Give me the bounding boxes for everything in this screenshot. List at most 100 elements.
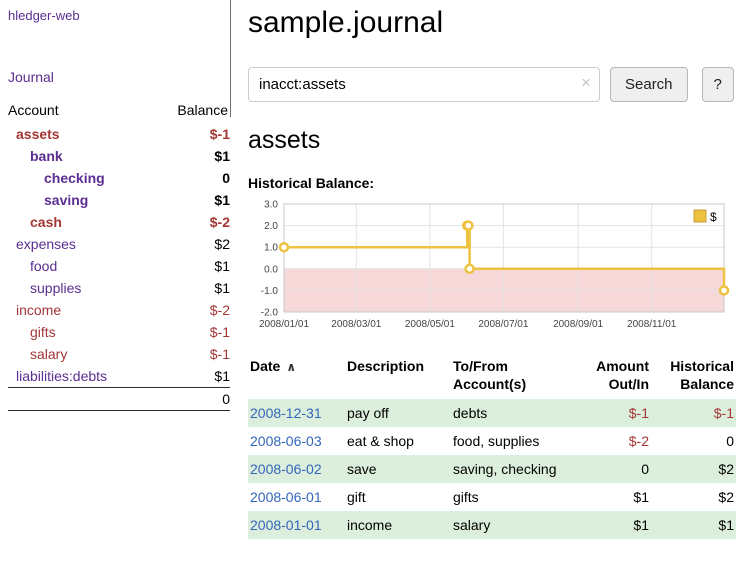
transaction-amount: $1 — [580, 511, 651, 539]
transaction-date-link[interactable]: 2008-06-03 — [250, 433, 322, 449]
svg-text:2008/05/01: 2008/05/01 — [405, 319, 455, 330]
accounts-col-account: Account — [8, 98, 153, 123]
account-balance: $1 — [153, 365, 230, 388]
search-box: × — [248, 67, 600, 102]
account-row: supplies $1 — [8, 277, 230, 299]
register-col-balance: Historical Balance — [651, 355, 736, 399]
svg-text:2008/07/01: 2008/07/01 — [478, 319, 528, 330]
account-row: income $-2 — [8, 299, 230, 321]
svg-text:2008/03/01: 2008/03/01 — [331, 319, 381, 330]
register-col-date-label: Date — [250, 358, 280, 374]
sidebar: hledger-web Journal Account Balance asse… — [0, 0, 236, 411]
register-col-amount: Amount Out/In — [580, 355, 651, 399]
accounts-col-balance: Balance — [153, 98, 230, 123]
svg-text:2008/11/01: 2008/11/01 — [627, 319, 677, 330]
accounts-total-row: 0 — [8, 388, 230, 411]
account-balance: $2 — [153, 233, 230, 255]
accounts-header-row: Account Balance — [8, 98, 230, 123]
account-balance: $-1 — [153, 123, 230, 145]
account-link-cash[interactable]: cash — [30, 214, 62, 230]
account-row: bank$1 — [8, 145, 230, 167]
transaction-description: income — [345, 511, 451, 539]
register-col-accounts: To/From Account(s) — [451, 355, 580, 399]
account-row: assets $-1 — [8, 123, 230, 145]
register-row: 2008-01-01incomesalary$1$1 — [248, 511, 736, 539]
account-balance: $1 — [153, 189, 230, 211]
legend-label: $ — [710, 210, 717, 224]
register-header-row: Date∧ Description To/From Account(s) Amo… — [248, 355, 736, 399]
account-row: checking 0 — [8, 167, 230, 189]
account-link-bank[interactable]: bank — [30, 148, 63, 164]
account-link-food[interactable]: food — [30, 258, 57, 274]
transaction-running-balance: $1 — [651, 511, 736, 539]
transaction-accounts: gifts — [451, 483, 580, 511]
account-link-income[interactable]: income — [16, 302, 61, 318]
journal-link[interactable]: Journal — [8, 69, 236, 85]
account-row: liabilities:debts $1 — [8, 365, 230, 388]
transaction-amount: $-2 — [580, 427, 651, 455]
transaction-amount: $1 — [580, 483, 651, 511]
transaction-accounts: debts — [451, 399, 580, 427]
transaction-running-balance: 0 — [651, 427, 736, 455]
account-link-salary[interactable]: salary — [30, 346, 67, 362]
transaction-date-link[interactable]: 2008-01-01 — [250, 517, 322, 533]
register-row: 2008-12-31pay offdebts$-1$-1 — [248, 399, 736, 427]
transaction-description: gift — [345, 483, 451, 511]
account-row: expenses $2 — [8, 233, 230, 255]
transaction-amount: $-1 — [580, 399, 651, 427]
balance-chart: 2008/01/01 2008/03/01 2008/05/01 2008/07/01… — [248, 194, 736, 343]
account-link-assets[interactable]: assets — [16, 126, 60, 142]
register-col-date[interactable]: Date ∧ — [248, 355, 345, 399]
sort-asc-icon[interactable]: ∧ — [286, 360, 296, 374]
account-balance: $1 — [153, 277, 230, 299]
svg-text:-1.0: -1.0 — [261, 286, 279, 297]
clear-search-icon[interactable]: × — [581, 74, 591, 91]
account-link-supplies[interactable]: supplies — [30, 280, 81, 296]
transaction-description: save — [345, 455, 451, 483]
account-balance: $-1 — [153, 343, 230, 365]
transaction-date-link[interactable]: 2008-06-01 — [250, 489, 322, 505]
transaction-accounts: saving, checking — [451, 455, 580, 483]
balance-chart-svg: 2008/01/01 2008/03/01 2008/05/01 2008/07/01… — [248, 194, 732, 340]
register-row: 2008-06-03eat & shopfood, supplies$-20 — [248, 427, 736, 455]
account-balance: $-1 — [153, 321, 230, 343]
search-row: × Search ? — [248, 67, 736, 102]
account-row: gifts $-1 — [8, 321, 230, 343]
account-row: saving $1 — [8, 189, 230, 211]
svg-text:3.0: 3.0 — [264, 200, 278, 211]
page-title: sample.journal — [248, 6, 736, 40]
transaction-running-balance: $2 — [651, 483, 736, 511]
app-title-link[interactable]: hledger-web — [8, 8, 236, 23]
account-row: food$1 — [8, 255, 230, 277]
svg-text:0.0: 0.0 — [264, 264, 278, 275]
accounts-total: 0 — [153, 388, 230, 411]
account-row: salary $-1 — [8, 343, 230, 365]
account-link-checking[interactable]: checking — [44, 170, 105, 186]
svg-text:2.0: 2.0 — [264, 221, 278, 232]
svg-text:1.0: 1.0 — [264, 243, 278, 254]
account-link-gifts[interactable]: gifts — [30, 324, 56, 340]
svg-text:2008/01/01: 2008/01/01 — [259, 319, 309, 330]
transaction-running-balance: $2 — [651, 455, 736, 483]
account-link-liabilities-debts[interactable]: liabilities:debts — [16, 368, 107, 384]
accounts-table: Account Balance assets$-1bank$1checking0… — [8, 98, 230, 411]
search-button[interactable]: Search — [610, 67, 688, 102]
register-row: 2008-06-02 savesaving, checking0$2 — [248, 455, 736, 483]
help-button[interactable]: ? — [702, 67, 734, 102]
transaction-date-link[interactable]: 2008-06-02 — [250, 461, 322, 477]
main-panel: sample.journal × Search ? assets Histori… — [248, 0, 736, 539]
legend-swatch — [694, 210, 706, 222]
search-input[interactable] — [248, 67, 600, 102]
account-balance: 0 — [153, 167, 230, 189]
chart-title: Historical Balance: — [248, 175, 736, 191]
account-heading: assets — [248, 126, 736, 155]
account-link-saving[interactable]: saving — [44, 192, 88, 208]
transaction-amount: 0 — [580, 455, 651, 483]
account-link-expenses[interactable]: expenses — [16, 236, 76, 252]
transaction-date-link[interactable]: 2008-12-31 — [250, 405, 322, 421]
transaction-accounts: salary — [451, 511, 580, 539]
svg-text:-2.0: -2.0 — [261, 308, 279, 319]
transaction-running-balance: $-1 — [651, 399, 736, 427]
register-table: Date∧ Description To/From Account(s) Amo… — [248, 355, 736, 539]
account-balance: $-2 — [153, 299, 230, 321]
